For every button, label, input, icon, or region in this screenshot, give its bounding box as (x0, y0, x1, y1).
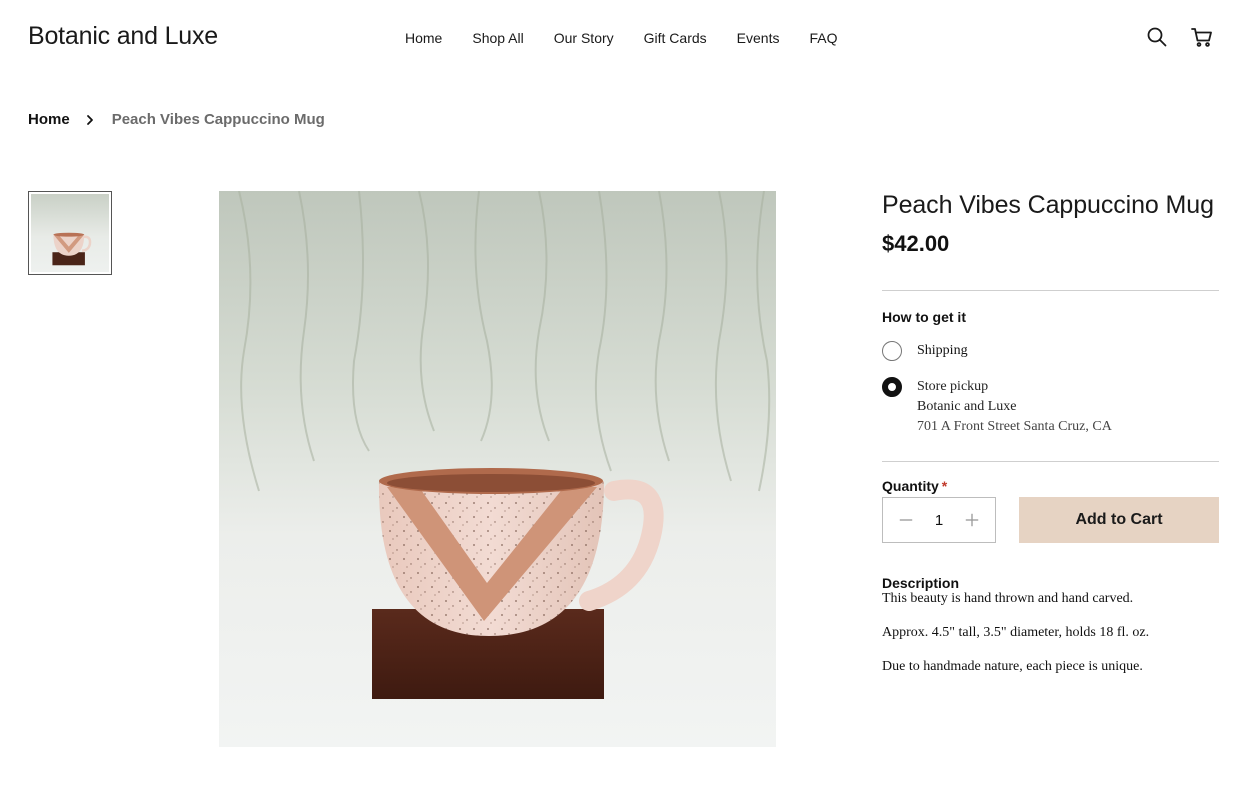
breadcrumb-home[interactable]: Home (28, 111, 70, 128)
divider (882, 461, 1219, 462)
nav-item-our-story[interactable]: Our Story (554, 30, 614, 46)
product-price: $42.00 (882, 231, 950, 256)
product-thumbnail-image (31, 194, 109, 272)
product-main-image[interactable] (219, 191, 776, 747)
store-pickup-label: Store pickup (917, 379, 989, 394)
fulfillment-option-shipping[interactable]: Shipping (882, 341, 968, 361)
required-mark: * (941, 478, 948, 494)
description-title: Description (882, 575, 960, 591)
description-paragraph: This beauty is hand thrown and hand carv… (882, 591, 1134, 606)
shipping-radio[interactable] (882, 341, 902, 361)
description-paragraph: Approx. 4.5" tall, 3.5" diameter, holds … (882, 625, 1150, 640)
fulfillment-option-store-pickup[interactable]: Store pickup Botanic and Luxe 701 A Fron… (882, 377, 1112, 437)
product-thumbnail[interactable] (28, 191, 112, 275)
quantity-label: Quantity * (882, 478, 948, 494)
nav-item-shop-all[interactable]: Shop All (472, 30, 523, 46)
site-logo[interactable]: Botanic and Luxe (28, 22, 218, 51)
description-paragraph: Due to handmade nature, each piece is un… (882, 659, 1143, 674)
quantity-stepper (882, 497, 996, 543)
nav-item-events[interactable]: Events (737, 30, 780, 46)
fulfillment-label: How to get it (882, 309, 966, 325)
product-panel: Peach Vibes Cappuccino Mug $42.00 How to… (882, 190, 1219, 674)
chevron-right-icon (82, 112, 98, 128)
description-body: This beauty is hand thrown and hand carv… (882, 590, 1219, 692)
breadcrumb: Home Peach Vibes Cappuccino Mug (28, 111, 325, 128)
main-nav: Home Shop All Our Story Gift Cards Event… (405, 30, 837, 46)
breadcrumb-current: Peach Vibes Cappuccino Mug (111, 111, 325, 128)
nav-item-gift-cards[interactable]: Gift Cards (644, 30, 707, 46)
shipping-label: Shipping (917, 343, 968, 358)
nav-item-home[interactable]: Home (405, 30, 442, 46)
quantity-input[interactable] (924, 511, 954, 529)
plus-icon[interactable] (963, 511, 981, 529)
nav-item-faq[interactable]: FAQ (809, 30, 837, 46)
store-name: Botanic and Luxe (917, 399, 1017, 414)
divider (882, 290, 1219, 291)
add-to-cart-button[interactable]: Add to Cart (1019, 497, 1219, 543)
store-address: 701 A Front Street Santa Cruz, CA (917, 419, 1112, 434)
minus-icon[interactable] (897, 511, 915, 529)
cart-icon[interactable] (1190, 25, 1214, 49)
product-title: Peach Vibes Cappuccino Mug (882, 191, 1214, 219)
store-pickup-radio[interactable] (882, 377, 902, 397)
search-icon[interactable] (1145, 25, 1169, 49)
